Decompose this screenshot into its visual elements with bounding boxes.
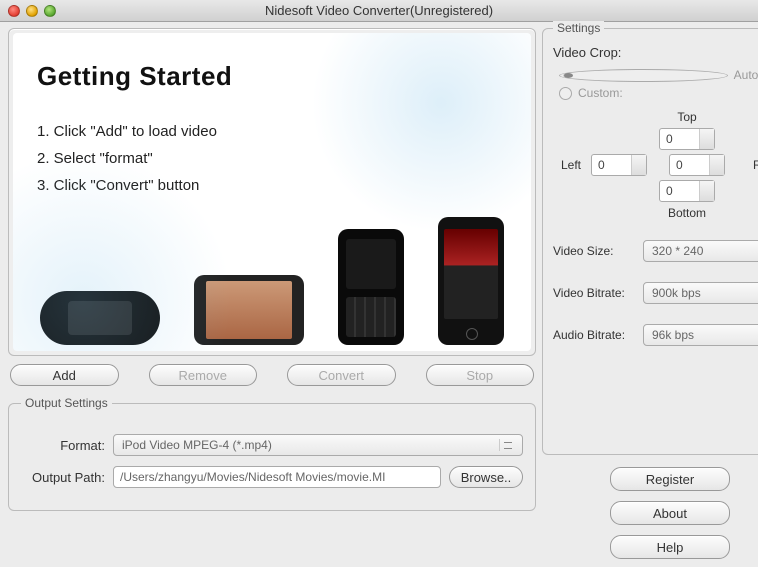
- help-button[interactable]: Help: [610, 535, 730, 559]
- crop-bottom-label: Bottom: [668, 206, 706, 220]
- video-bitrate-select[interactable]: 900k bps: [643, 282, 758, 304]
- output-path-label: Output Path:: [21, 470, 105, 485]
- audio-bitrate-label: Audio Bitrate:: [553, 328, 635, 342]
- video-size-select[interactable]: 320 * 240: [643, 240, 758, 262]
- ipod-icon: [194, 275, 304, 345]
- crop-right-label: Right: [753, 158, 758, 172]
- format-select[interactable]: iPod Video MPEG-4 (*.mp4): [113, 434, 523, 456]
- window-title: Nidesoft Video Converter(Unregistered): [0, 3, 758, 18]
- step-3: 3. Click "Convert" button: [37, 177, 217, 194]
- preview-panel: Getting Started 1. Click "Add" to load v…: [8, 28, 536, 356]
- crop-left-input[interactable]: 0: [591, 154, 647, 176]
- output-settings-group: Output Settings Format: iPod Video MPEG-…: [8, 396, 536, 511]
- crop-left-label: Left: [561, 158, 581, 172]
- audio-bitrate-select[interactable]: 96k bps: [643, 324, 758, 346]
- crop-top-input[interactable]: 0: [659, 128, 715, 150]
- video-crop-label: Video Crop:: [553, 45, 758, 60]
- action-buttons: Add Remove Convert Stop: [8, 364, 536, 386]
- radio-icon: [559, 87, 572, 100]
- side-buttons: Register About Help: [542, 467, 758, 559]
- settings-panel: Settings Video Crop: Automatic Custom: T…: [542, 28, 758, 455]
- register-button[interactable]: Register: [610, 467, 730, 491]
- getting-started-steps: 1. Click "Add" to load video 2. Select "…: [37, 113, 217, 204]
- crop-top-label: Top: [677, 110, 696, 124]
- crop-grid: Top 0 Left 0 0 Right 0 Bottom: [553, 106, 758, 220]
- convert-button[interactable]: Convert: [287, 364, 396, 386]
- radio-icon: [559, 69, 728, 82]
- crop-bottom-input[interactable]: 0: [659, 180, 715, 202]
- about-button[interactable]: About: [610, 501, 730, 525]
- crop-custom-radio[interactable]: Custom:: [559, 86, 758, 100]
- step-1: 1. Click "Add" to load video: [37, 123, 217, 140]
- video-size-label: Video Size:: [553, 244, 635, 258]
- output-settings-legend: Output Settings: [21, 396, 112, 410]
- iphone-icon: [438, 217, 504, 345]
- crop-right-input[interactable]: 0: [669, 154, 725, 176]
- output-path-input[interactable]: [113, 466, 441, 488]
- add-button[interactable]: Add: [10, 364, 119, 386]
- browse-button[interactable]: Browse..: [449, 466, 523, 488]
- getting-started-heading: Getting Started: [37, 61, 232, 92]
- format-label: Format:: [21, 438, 105, 453]
- step-2: 2. Select "format": [37, 150, 217, 167]
- device-illustrations: [23, 215, 521, 345]
- blackberry-icon: [338, 229, 404, 345]
- settings-legend: Settings: [553, 21, 604, 35]
- remove-button[interactable]: Remove: [149, 364, 258, 386]
- stop-button[interactable]: Stop: [426, 364, 535, 386]
- titlebar: Nidesoft Video Converter(Unregistered): [0, 0, 758, 22]
- video-bitrate-label: Video Bitrate:: [553, 286, 635, 300]
- psp-icon: [40, 291, 160, 345]
- crop-automatic-radio[interactable]: Automatic: [559, 68, 758, 82]
